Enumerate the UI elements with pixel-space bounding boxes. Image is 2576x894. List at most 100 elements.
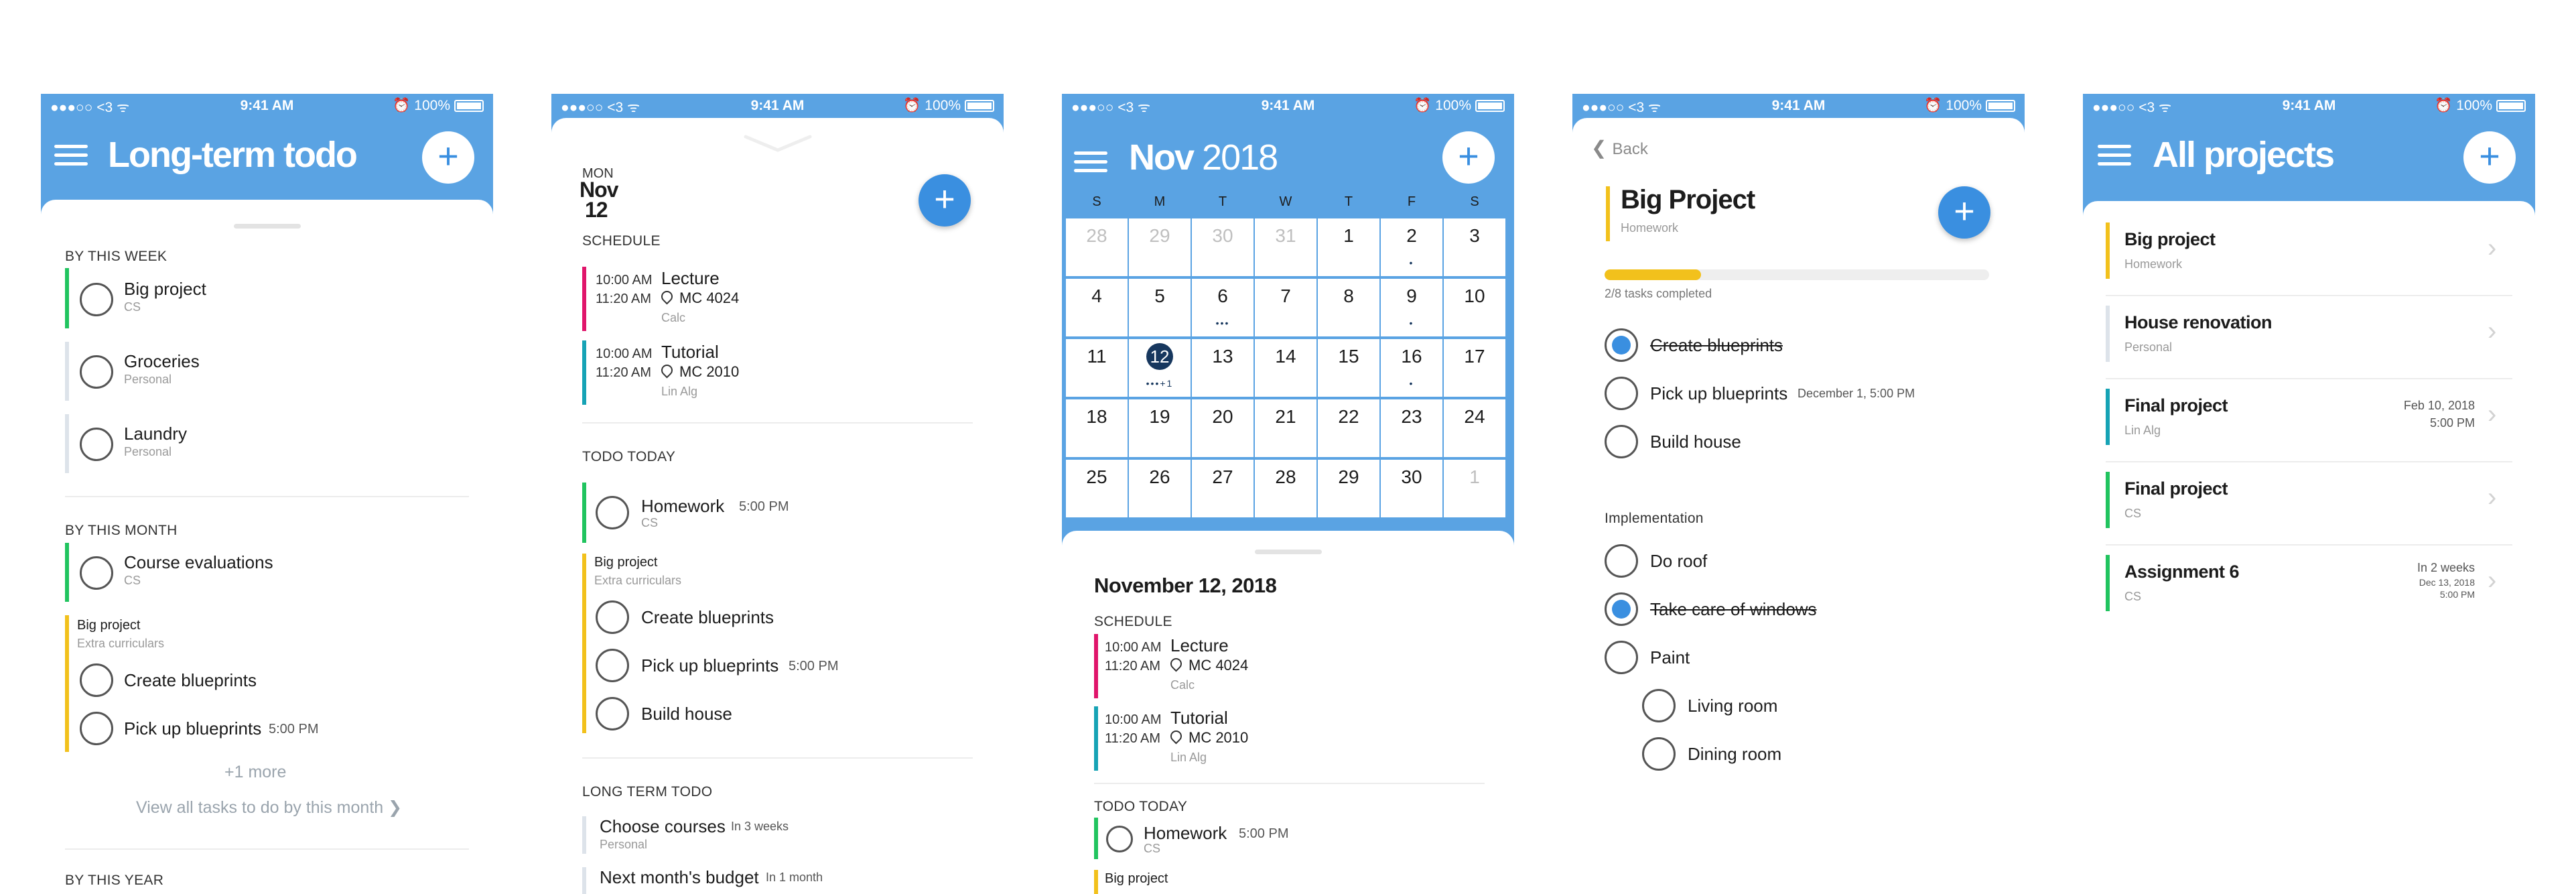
menu-icon[interactable] <box>54 145 88 166</box>
calendar-day[interactable]: 16 • <box>1381 339 1442 397</box>
event-color-bar <box>1094 706 1098 771</box>
add-button[interactable]: + <box>422 131 474 184</box>
task-checkbox[interactable] <box>80 355 113 389</box>
calendar-day[interactable]: 2 • <box>1381 218 1442 276</box>
row-divider <box>2106 461 2512 462</box>
page-title: All projects <box>2153 135 2335 175</box>
category-bar <box>65 615 69 752</box>
task-title: Groceries <box>124 351 200 371</box>
task-title: Pick up blueprints <box>124 718 262 739</box>
event-color-bar <box>582 340 586 405</box>
sheet-grabber[interactable] <box>233 224 301 229</box>
event-color-bar <box>1094 634 1098 698</box>
calendar-day[interactable]: 17 <box>1444 339 1505 397</box>
calendar-day[interactable]: 20 <box>1192 399 1253 457</box>
calendar-day[interactable]: 27 <box>1192 460 1253 517</box>
add-button[interactable]: + <box>1938 186 1990 239</box>
subtask-checkbox[interactable] <box>1642 689 1676 722</box>
calendar-day[interactable]: 28 <box>1255 460 1316 517</box>
task-checkbox[interactable] <box>80 663 113 697</box>
back-button[interactable]: ❮ Back <box>1591 137 1648 159</box>
calendar-day[interactable]: 29 <box>1318 460 1379 517</box>
calendar-day[interactable]: 23 <box>1381 399 1442 457</box>
calendar-day[interactable]: 22 <box>1318 399 1379 457</box>
task-category: Personal <box>124 445 172 458</box>
task-checkbox[interactable] <box>1605 544 1638 578</box>
calendar-day[interactable]: 12 •••+1 <box>1129 339 1191 397</box>
calendar-day[interactable]: 15 <box>1318 339 1379 397</box>
calendar-day[interactable]: 24 <box>1444 399 1505 457</box>
calendar-day[interactable]: 26 <box>1129 460 1191 517</box>
row-divider <box>2106 544 2512 546</box>
task-title: Homework <box>1144 823 1227 843</box>
calendar-day[interactable]: 3 <box>1444 218 1505 276</box>
project-category: Homework <box>2124 257 2183 271</box>
task-checkbox[interactable] <box>1605 641 1638 674</box>
task-checkbox[interactable] <box>596 649 629 682</box>
screen-day-view: ●●●○○ <3 ᯤ 9:41 AM ⏰ 100% MON Nov 12 + S… <box>551 94 1004 894</box>
day-number: 18 <box>1086 406 1107 427</box>
status-bar: ●●●○○ <3 ᯤ 9:41 AM ⏰ 100% <box>41 94 493 117</box>
sheet-grabber[interactable] <box>1254 550 1322 554</box>
calendar-day[interactable]: 28 <box>1066 218 1128 276</box>
day-number: 29 <box>1338 466 1359 487</box>
calendar-day[interactable]: 30 <box>1192 218 1253 276</box>
calendar-day[interactable]: 18 <box>1066 399 1128 457</box>
menu-icon[interactable] <box>1074 151 1107 173</box>
date-day: 12 <box>585 198 608 222</box>
event-course: Lin Alg <box>661 385 698 398</box>
task-checkbox-checked[interactable] <box>1605 592 1638 626</box>
calendar-day[interactable]: 31 <box>1255 218 1316 276</box>
battery-icon <box>2496 100 2526 113</box>
chevron-down-icon[interactable] <box>743 133 813 153</box>
calendar-day[interactable]: 1 <box>1318 218 1379 276</box>
group-title: Big project <box>1105 871 1168 886</box>
calendar-day[interactable]: 8 <box>1318 279 1379 336</box>
calendar-day[interactable]: 1 <box>1444 460 1505 517</box>
day-number: 2 <box>1406 225 1417 246</box>
more-tasks-link[interactable]: +1 more <box>224 763 286 782</box>
task-checkbox[interactable] <box>596 496 629 529</box>
add-button[interactable]: + <box>2463 131 2516 184</box>
group-category: Extra curriculars <box>594 574 682 587</box>
calendar-day[interactable]: 7 <box>1255 279 1316 336</box>
calendar-day[interactable]: 13 <box>1192 339 1253 397</box>
calendar-day[interactable]: 4 <box>1066 279 1128 336</box>
menu-icon[interactable] <box>2098 145 2131 166</box>
event-indicator: ••• <box>1215 318 1230 328</box>
progress-label: 2/8 tasks completed <box>1605 287 1712 300</box>
task-checkbox[interactable] <box>1106 826 1133 852</box>
calendar-day[interactable]: 11 <box>1066 339 1128 397</box>
day-number: 22 <box>1338 406 1359 427</box>
task-checkbox[interactable] <box>80 712 113 745</box>
battery-status: ⏰ 100% <box>903 98 994 114</box>
task-checkbox[interactable] <box>80 428 113 461</box>
task-checkbox[interactable] <box>596 697 629 730</box>
day-number: 15 <box>1338 346 1359 367</box>
calendar-day[interactable]: 30 <box>1381 460 1442 517</box>
add-button[interactable]: + <box>919 174 971 227</box>
calendar-day[interactable]: 6 ••• <box>1192 279 1253 336</box>
task-checkbox-checked[interactable] <box>1605 328 1638 362</box>
subtask-checkbox[interactable] <box>1642 737 1676 771</box>
task-checkbox[interactable] <box>1605 377 1638 410</box>
add-button[interactable]: + <box>1442 131 1495 184</box>
view-all-month-link[interactable]: View all tasks to do by this month ❯ <box>136 797 402 818</box>
day-number: 13 <box>1212 346 1233 367</box>
calendar-day[interactable]: 5 <box>1129 279 1191 336</box>
task-title: Do roof <box>1650 551 1708 571</box>
task-title: Paint <box>1650 647 1690 667</box>
task-checkbox[interactable] <box>1605 425 1638 458</box>
calendar-day[interactable]: 25 <box>1066 460 1128 517</box>
task-checkbox[interactable] <box>596 600 629 634</box>
calendar-day[interactable]: 29 <box>1129 218 1191 276</box>
day-number: 8 <box>1343 285 1354 306</box>
calendar-day[interactable]: 10 <box>1444 279 1505 336</box>
calendar-day[interactable]: 9 • <box>1381 279 1442 336</box>
task-checkbox[interactable] <box>80 283 113 316</box>
task-checkbox[interactable] <box>80 556 113 590</box>
calendar-day[interactable]: 21 <box>1255 399 1316 457</box>
calendar-day[interactable]: 19 <box>1129 399 1191 457</box>
task-time: 5:00 PM <box>739 499 789 514</box>
calendar-day[interactable]: 14 <box>1255 339 1316 397</box>
